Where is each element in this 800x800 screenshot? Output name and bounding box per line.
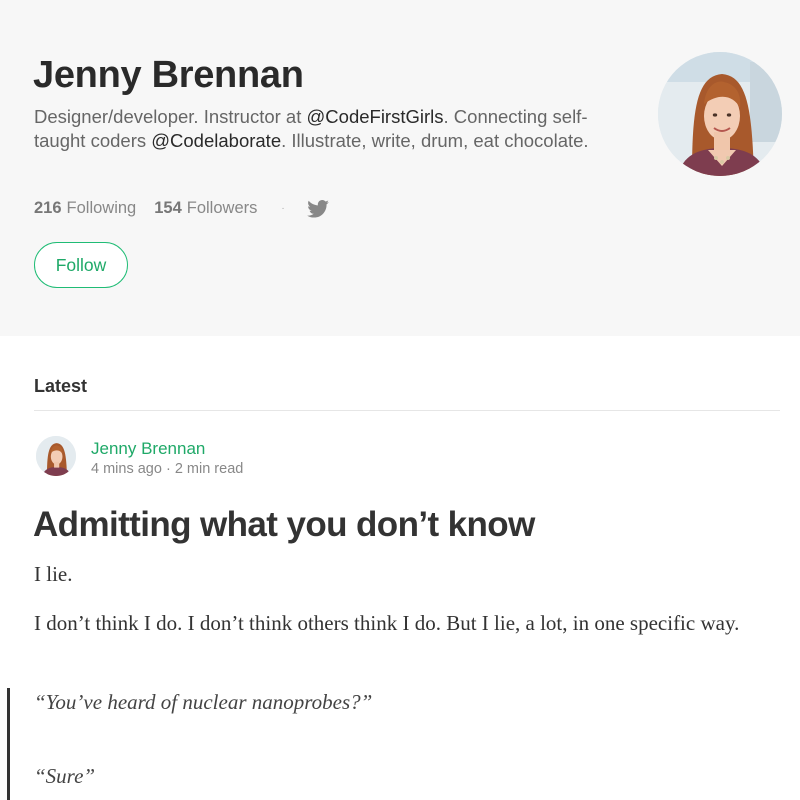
bio-text: . Illustrate, write, drum, eat chocolate… <box>281 130 589 151</box>
post-paragraph: I lie. <box>34 562 73 586</box>
profile-name: Jenny Brennan <box>33 54 304 96</box>
bio-link-codefirstgirls[interactable]: @CodeFirstGirls <box>307 106 444 127</box>
blockquote-line: “You’ve heard of nuclear nanoprobes?” <box>34 690 373 714</box>
twitter-icon[interactable] <box>306 199 329 218</box>
bio-text: Designer/developer. Instructor at <box>34 106 307 127</box>
twitter-icon-svg <box>306 199 329 218</box>
following-count: 216 <box>34 199 62 217</box>
follow-button[interactable]: Follow <box>34 242 128 288</box>
followers-label: Followers <box>186 199 258 217</box>
post-meta: 4 mins ago · 2 min read <box>91 461 244 477</box>
bio-link-codelaborate[interactable]: @Codelaborate <box>151 130 281 151</box>
divider <box>34 410 780 411</box>
blockquote-line: “Sure” <box>34 764 96 788</box>
post-paragraph: I don’t think I do. I don’t think others… <box>34 611 740 635</box>
followers-count: 154 <box>154 199 182 217</box>
profile-bio: Designer/developer. Instructor at @CodeF… <box>34 105 594 153</box>
avatar <box>658 52 782 176</box>
avatar-portrait <box>658 52 782 176</box>
stats-separator: · <box>281 203 285 214</box>
profile-header: Jenny Brennan Designer/developer. Instru… <box>0 0 800 336</box>
profile-stats: 216 Following 154 Followers · <box>34 199 329 218</box>
section-title-latest: Latest <box>34 376 88 396</box>
following-label: Following <box>66 199 137 217</box>
author-avatar-portrait <box>36 436 76 476</box>
followers-link[interactable]: 154 Followers <box>154 199 257 218</box>
post-author-link[interactable]: Jenny Brennan <box>91 439 205 459</box>
blockquote-bar <box>7 688 10 800</box>
author-avatar[interactable] <box>36 436 76 476</box>
following-link[interactable]: 216 Following <box>34 199 136 218</box>
post-title[interactable]: Admitting what you don’t know <box>33 505 535 545</box>
